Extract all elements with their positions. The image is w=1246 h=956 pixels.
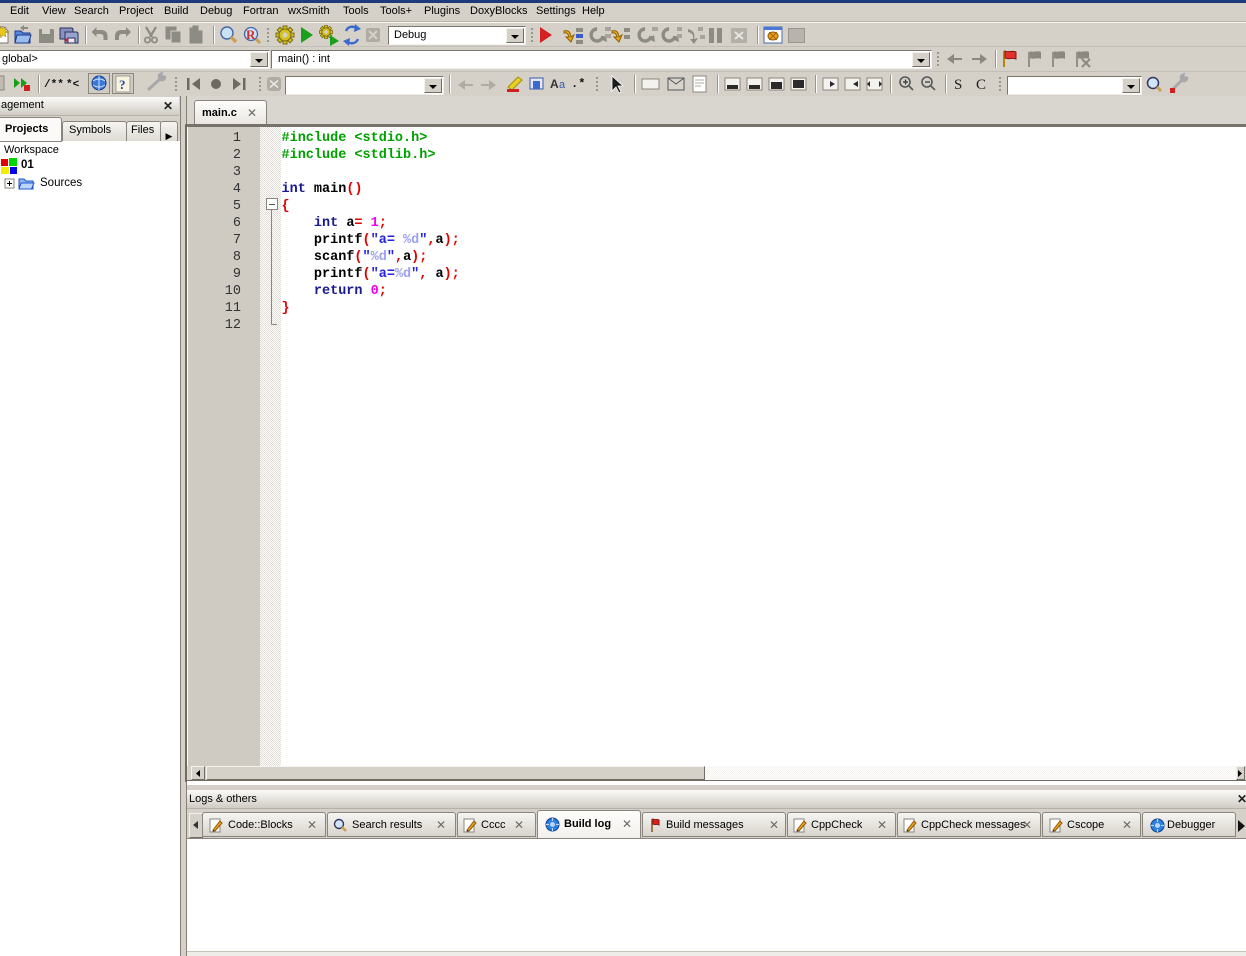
svg-text:A: A [550, 77, 559, 91]
svg-text:S: S [954, 77, 962, 93]
svg-text:C: C [976, 77, 986, 93]
svg-text:a: a [559, 79, 566, 91]
svg-text:R: R [246, 27, 256, 42]
svg-text:/**: /** [44, 79, 64, 91]
svg-text:.*: .* [571, 77, 585, 91]
svg-text:?: ? [119, 77, 126, 92]
svg-text:*<: *< [66, 79, 80, 91]
